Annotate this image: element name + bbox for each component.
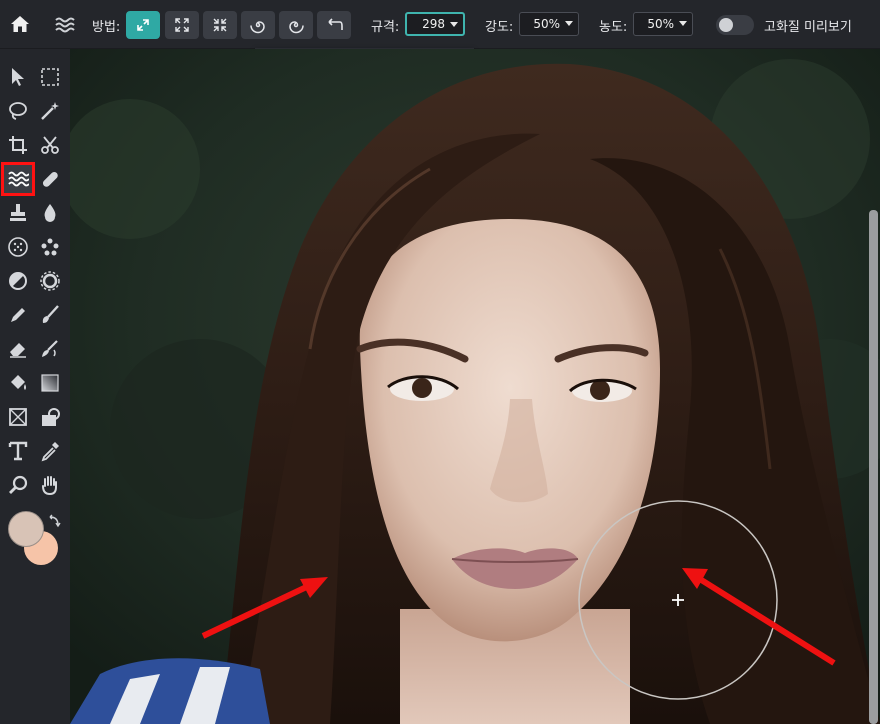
- home-button[interactable]: [0, 0, 40, 48]
- bandage-heal-icon: [42, 171, 58, 187]
- smudge-icon: [42, 340, 58, 357]
- magic-wand-icon: [41, 102, 59, 120]
- tool-button-lock-shape[interactable]: [34, 401, 66, 433]
- tool-button-sponge-dots[interactable]: [2, 231, 34, 263]
- tool-button-lasso[interactable]: [2, 95, 34, 127]
- liquify-wave-icon: [55, 17, 75, 33]
- eyedropper-icon: [41, 442, 59, 462]
- tool-palette: [0, 49, 70, 724]
- hq-preview-label: 고화질 미리보기: [764, 20, 852, 35]
- density-value: 50%: [647, 17, 674, 31]
- tool-button-sharpen-gear[interactable]: [34, 265, 66, 297]
- tool-button-liquify-wave[interactable]: [1, 162, 35, 196]
- tool-button-eraser[interactable]: [2, 333, 34, 365]
- swap-colors-icon[interactable]: [46, 514, 62, 530]
- undo-icon: [328, 18, 343, 30]
- sponge-dots-icon: [8, 237, 28, 257]
- twirl-counterclockwise-icon: [289, 21, 304, 34]
- move-arrow-icon: [12, 68, 24, 86]
- lock-shape-icon: [42, 408, 60, 426]
- size-value: 298: [422, 17, 445, 31]
- tool-button-pen[interactable]: [2, 299, 34, 331]
- strength-label: 강도:: [485, 20, 514, 35]
- twirl-clockwise-icon: [250, 21, 265, 34]
- method-twirl-cw-button[interactable]: [241, 11, 275, 39]
- text-icon: [8, 441, 28, 461]
- paint-bucket-icon: [11, 375, 26, 390]
- shape-box-icon: [9, 408, 27, 426]
- portrait-photo: [70, 49, 880, 724]
- hand-icon: [42, 476, 57, 496]
- bloat-icon: [175, 18, 189, 32]
- undo-button[interactable]: [317, 11, 351, 39]
- chevron-down-icon: [679, 21, 687, 26]
- dots-cluster-icon: [41, 238, 59, 256]
- tool-button-marquee-select[interactable]: [34, 61, 66, 93]
- tool-button-magic-wand[interactable]: [34, 95, 66, 127]
- tool-button-eyedropper[interactable]: [34, 435, 66, 467]
- brush-icon: [42, 305, 59, 323]
- chevron-down-icon: [450, 22, 458, 27]
- stamp-icon: [10, 204, 26, 221]
- strength-value: 50%: [533, 17, 560, 31]
- zoom-icon: [9, 475, 28, 494]
- method-expand-button[interactable]: [126, 11, 160, 39]
- tool-button-crop[interactable]: [2, 129, 34, 161]
- top-toolbar: 방법: 규격: 298 강도: 50% 농도: 50% 고화질 미리보기: [0, 0, 880, 49]
- liquify-wave-icon: [8, 171, 29, 187]
- blur-drop-icon: [44, 204, 56, 222]
- tool-button-dodge-burn[interactable]: [2, 265, 34, 297]
- toggle-knob: [719, 18, 733, 32]
- method-pinch-button[interactable]: [203, 11, 237, 39]
- tool-button-brush[interactable]: [34, 299, 66, 331]
- tool-button-shape-box[interactable]: [2, 401, 34, 433]
- tool-button-stamp[interactable]: [2, 197, 34, 229]
- tool-button-move-arrow[interactable]: [2, 61, 34, 93]
- tool-button-dots-cluster[interactable]: [34, 231, 66, 263]
- primary-color-swatch[interactable]: [8, 511, 44, 547]
- expand-icon: [137, 19, 149, 31]
- dodge-burn-icon: [9, 272, 27, 290]
- gradient-icon: [41, 374, 59, 392]
- chevron-down-icon: [565, 21, 573, 26]
- marquee-select-icon: [41, 68, 59, 86]
- crop-icon: [9, 136, 27, 154]
- method-twirl-ccw-button[interactable]: [279, 11, 313, 39]
- hq-preview-toggle[interactable]: [716, 15, 754, 35]
- tool-button-text[interactable]: [2, 435, 34, 467]
- tool-button-hand[interactable]: [34, 469, 66, 501]
- density-input[interactable]: 50%: [633, 12, 693, 36]
- image-canvas[interactable]: [70, 49, 880, 724]
- eraser-icon: [10, 343, 26, 358]
- method-label: 방법:: [92, 20, 121, 35]
- tool-button-smudge[interactable]: [34, 333, 66, 365]
- tool-button-paint-bucket[interactable]: [2, 367, 34, 399]
- sharpen-gear-icon: [40, 271, 60, 291]
- lasso-icon: [9, 102, 27, 120]
- tool-button-gradient[interactable]: [34, 367, 66, 399]
- method-bloat-button[interactable]: [165, 11, 199, 39]
- size-label: 규격:: [371, 20, 400, 35]
- pen-icon: [11, 308, 25, 322]
- density-label: 농도:: [599, 20, 628, 35]
- tool-button-bandage-heal[interactable]: [34, 163, 66, 195]
- tool-button-blur-drop[interactable]: [34, 197, 66, 229]
- home-icon: [11, 16, 29, 32]
- current-tool-indicator: [50, 10, 80, 40]
- strength-input[interactable]: 50%: [519, 12, 579, 36]
- tool-button-zoom[interactable]: [2, 469, 34, 501]
- size-input[interactable]: 298: [405, 12, 465, 36]
- pinch-icon: [213, 18, 227, 32]
- scissors-icon: [41, 136, 59, 154]
- vertical-scrollbar[interactable]: [869, 210, 878, 724]
- tool-button-scissors[interactable]: [34, 129, 66, 161]
